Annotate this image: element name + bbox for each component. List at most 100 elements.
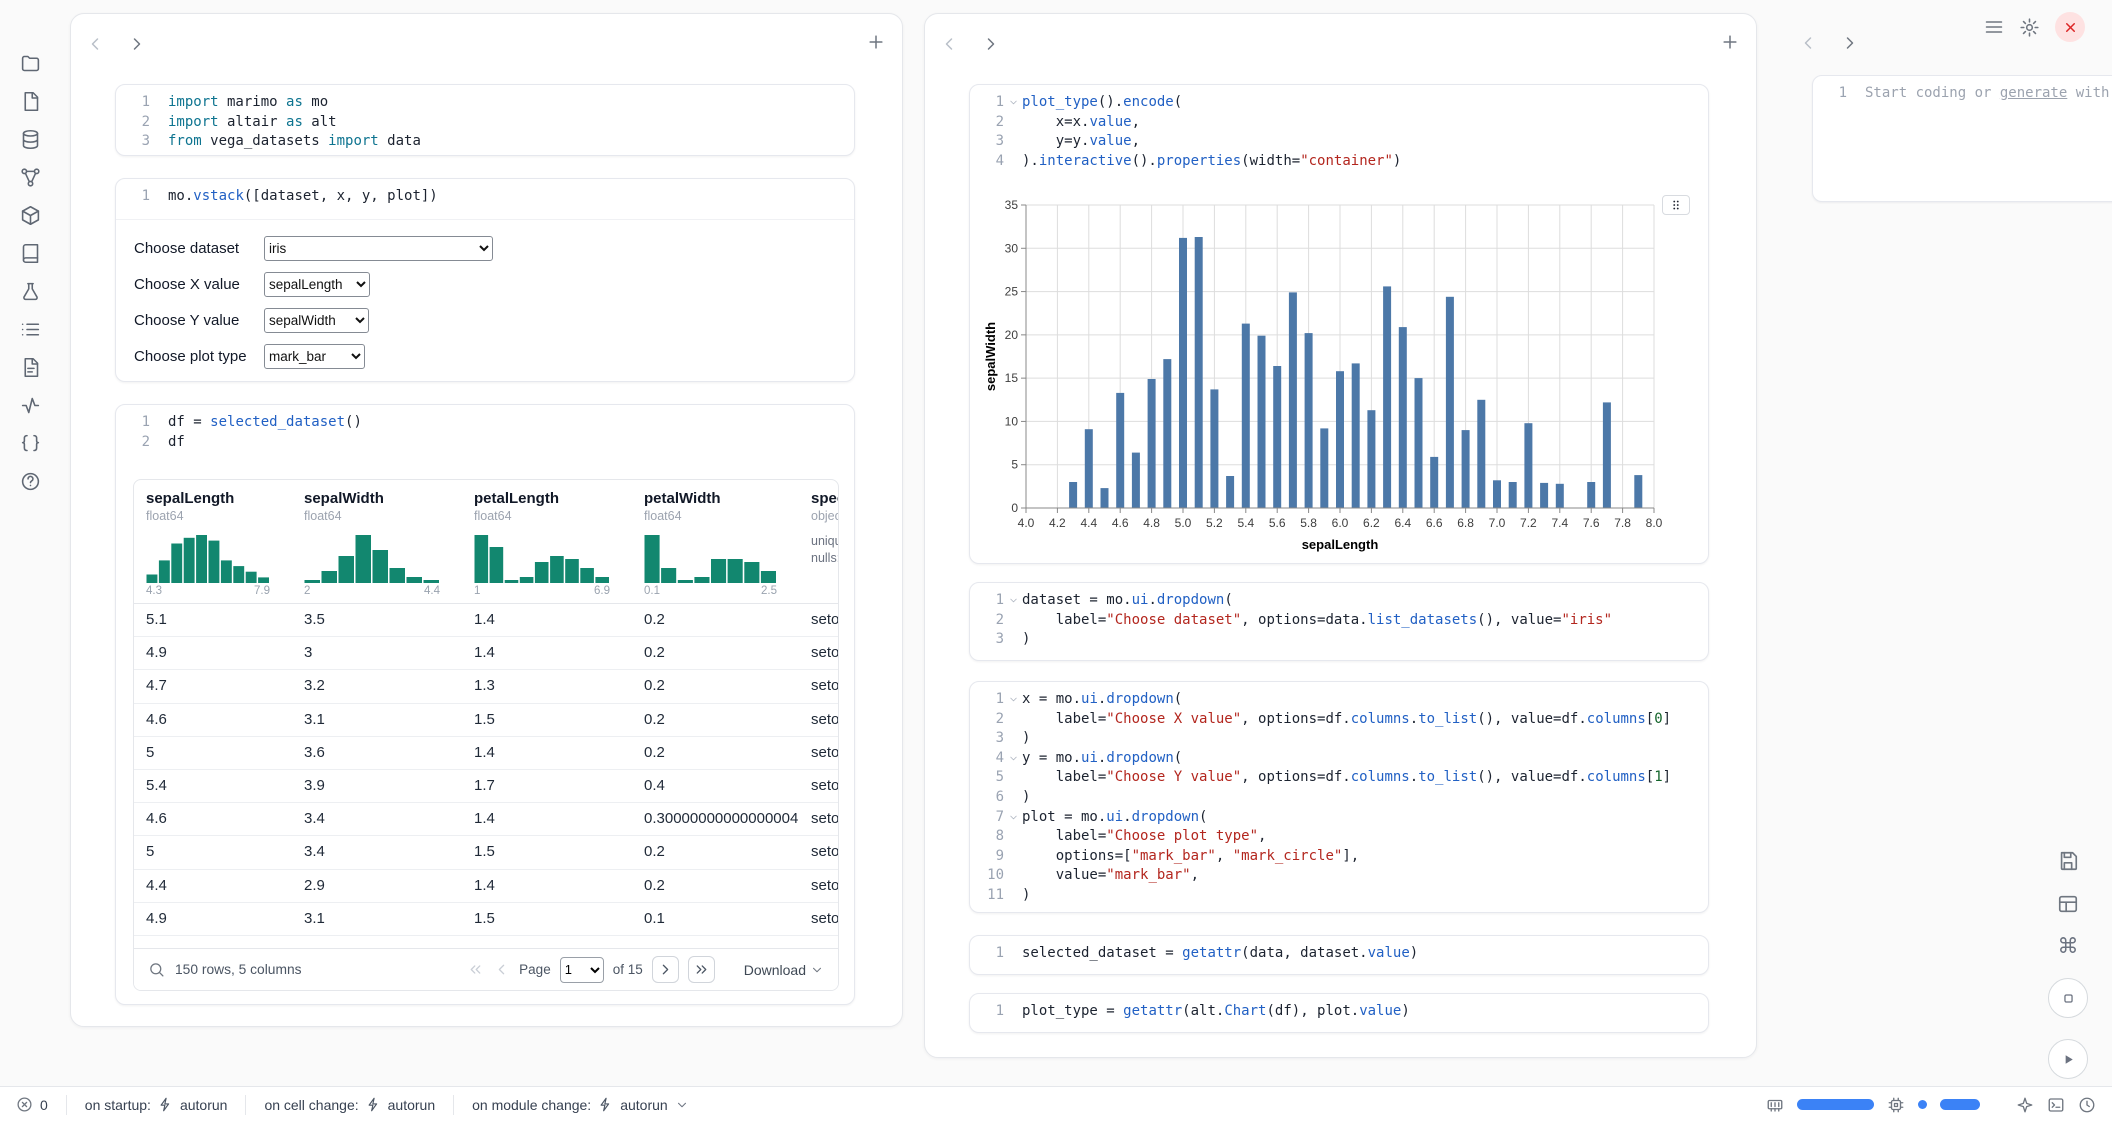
- column-header[interactable]: sepalLengthfloat644.37.9: [134, 480, 292, 603]
- code-line[interactable]: 1mo.vstack([dataset, x, y, plot]): [122, 187, 844, 207]
- cell-xy-plot-dropdowns[interactable]: 1x = mo.ui.dropdown(2 label="Choose X va…: [969, 681, 1709, 913]
- logs-icon[interactable]: [18, 356, 42, 378]
- chart-menu-button[interactable]: [1662, 195, 1690, 215]
- code-line[interactable]: 1plot_type().encode(: [976, 93, 1698, 113]
- marimo-file-icon[interactable]: [18, 90, 42, 112]
- sparkle-icon[interactable]: [2016, 1096, 2034, 1114]
- cell-selected-dataset[interactable]: 1selected_dataset = getattr(data, datase…: [969, 935, 1709, 975]
- download-button[interactable]: Download: [744, 962, 824, 978]
- dependencies-icon[interactable]: [18, 166, 42, 188]
- search-icon[interactable]: [148, 961, 165, 978]
- next-page-button[interactable]: [652, 956, 679, 983]
- cell-plot[interactable]: 1plot_type().encode(2 x=x.value,3 y=y.va…: [969, 84, 1709, 564]
- code-line[interactable]: 1plot_type = getattr(alt.Chart(df), plot…: [976, 1002, 1698, 1022]
- code-line[interactable]: 5 label="Choose Y value", options=df.col…: [976, 768, 1698, 788]
- code-line[interactable]: 3from vega_datasets import data: [122, 132, 844, 152]
- table-row[interactable]: 4.42.91.40.2setosa: [134, 870, 838, 903]
- fold-icon[interactable]: [1004, 749, 1022, 769]
- table-row[interactable]: 53.41.50.2setosa: [134, 836, 838, 869]
- choose-x-select[interactable]: sepalLength: [264, 272, 370, 297]
- column-prev-button[interactable]: [85, 34, 105, 54]
- autorun-setting[interactable]: on cell change:autorun: [264, 1097, 435, 1113]
- table-row[interactable]: 4.63.11.50.2setosa: [134, 704, 838, 737]
- choose-plot-type-select[interactable]: mark_bar: [264, 344, 365, 369]
- code-line[interactable]: 10 value="mark_bar",: [976, 866, 1698, 886]
- fold-icon[interactable]: [1004, 808, 1022, 828]
- save-button[interactable]: [2057, 850, 2079, 872]
- cell-vstack[interactable]: 1mo.vstack([dataset, x, y, plot]) Choose…: [115, 178, 855, 382]
- code-line[interactable]: 2 label="Choose dataset", options=data.l…: [976, 611, 1698, 631]
- code-line[interactable]: 3 y=y.value,: [976, 132, 1698, 152]
- add-cell-button[interactable]: [1720, 32, 1740, 52]
- database-icon[interactable]: [18, 128, 42, 150]
- code-line[interactable]: 7plot = mo.ui.dropdown(: [976, 808, 1698, 828]
- column-header[interactable]: petalWidthfloat640.12.5: [632, 480, 799, 603]
- code-line[interactable]: 1x = mo.ui.dropdown(: [976, 690, 1698, 710]
- table-row[interactable]: 4.73.21.30.2setosa: [134, 670, 838, 703]
- column-next-button[interactable]: [1840, 33, 1860, 53]
- code-line[interactable]: 2 label="Choose X value", options=df.col…: [976, 710, 1698, 730]
- prev-page-button[interactable]: [493, 961, 510, 978]
- packages-icon[interactable]: [18, 204, 42, 226]
- fold-icon[interactable]: [1004, 690, 1022, 710]
- first-page-button[interactable]: [467, 961, 484, 978]
- add-cell-button[interactable]: [866, 32, 886, 52]
- column-prev-button[interactable]: [939, 34, 959, 54]
- fold-icon[interactable]: [1004, 93, 1022, 113]
- documentation-icon[interactable]: [18, 242, 42, 264]
- generate-link[interactable]: generate: [2000, 85, 2067, 101]
- beaker-icon[interactable]: [18, 280, 42, 302]
- settings-button[interactable]: [2019, 17, 2040, 38]
- column-next-button[interactable]: [127, 34, 147, 54]
- menu-button[interactable]: [1984, 17, 2004, 37]
- code-line[interactable]: 2 x=x.value,: [976, 113, 1698, 133]
- autorun-setting[interactable]: on startup:autorun: [85, 1097, 228, 1113]
- code-line[interactable]: 1import marimo as mo: [122, 93, 844, 113]
- table-row[interactable]: 4.93.11.50.1setosa: [134, 903, 838, 936]
- fold-icon[interactable]: [1004, 591, 1022, 611]
- keyboard-shortcuts-button[interactable]: ⌘: [2058, 936, 2079, 957]
- code-line[interactable]: 6): [976, 788, 1698, 808]
- layout-toggle-button[interactable]: [2057, 893, 2079, 915]
- column-header[interactable]: petalLengthfloat6416.9: [462, 480, 632, 603]
- autorun-setting[interactable]: on module change:autorun: [472, 1097, 689, 1113]
- cell-dataframe[interactable]: 1df = selected_dataset()2df sepalLengthf…: [115, 404, 855, 1005]
- snippets-icon[interactable]: [18, 432, 42, 454]
- code-line[interactable]: 2import altair as alt: [122, 113, 844, 133]
- errors-indicator[interactable]: 0: [16, 1096, 48, 1113]
- editor-placeholder[interactable]: Start coding or generate with AI: [1865, 84, 2112, 104]
- table-row[interactable]: 5.13.51.40.2setosa: [134, 604, 838, 637]
- choose-dataset-select[interactable]: iris: [264, 236, 493, 261]
- code-line[interactable]: 1selected_dataset = getattr(data, datase…: [976, 944, 1698, 964]
- table-row[interactable]: 5.43.91.70.4setosa: [134, 770, 838, 803]
- column-prev-button[interactable]: [1798, 33, 1818, 53]
- clock-icon[interactable]: [2078, 1096, 2096, 1114]
- column-header[interactable]: sepalWidthfloat6424.4: [292, 480, 462, 603]
- tracing-icon[interactable]: [18, 394, 42, 416]
- outline-icon[interactable]: [18, 318, 42, 340]
- page-select[interactable]: 1: [560, 957, 604, 983]
- code-line[interactable]: 1df = selected_dataset(): [122, 413, 844, 433]
- shutdown-button[interactable]: [2055, 12, 2085, 42]
- cell-empty[interactable]: 1 Start coding or generate with AI: [1812, 75, 2112, 202]
- table-row[interactable]: 4.931.40.2setosa: [134, 637, 838, 670]
- terminal-icon[interactable]: [2047, 1096, 2065, 1114]
- table-row[interactable]: 4.63.41.40.30000000000000004setosa: [134, 803, 838, 836]
- code-line[interactable]: 2df: [122, 433, 844, 453]
- code-line[interactable]: 8 label="Choose plot type",: [976, 827, 1698, 847]
- cell-dataset-dropdown[interactable]: 1dataset = mo.ui.dropdown(2 label="Choos…: [969, 582, 1709, 661]
- altair-chart-output[interactable]: 051015202530354.04.24.44.64.85.05.25.45.…: [984, 189, 1684, 554]
- column-next-button[interactable]: [981, 34, 1001, 54]
- code-line[interactable]: 3): [976, 630, 1698, 650]
- choose-y-select[interactable]: sepalWidth: [264, 308, 369, 333]
- code-line[interactable]: 1dataset = mo.ui.dropdown(: [976, 591, 1698, 611]
- table-row[interactable]: 53.61.40.2setosa: [134, 737, 838, 770]
- code-line[interactable]: 11): [976, 886, 1698, 906]
- code-line[interactable]: 9 options=["mark_bar", "mark_circle"],: [976, 847, 1698, 867]
- last-page-button[interactable]: [688, 956, 715, 983]
- cell-imports[interactable]: 1import marimo as mo2import altair as al…: [115, 84, 855, 156]
- column-header[interactable]: speciesobjectunique:nulls:: [799, 480, 838, 603]
- files-icon[interactable]: [18, 52, 42, 74]
- help-icon[interactable]: [18, 470, 42, 492]
- interrupt-button[interactable]: [2048, 978, 2088, 1018]
